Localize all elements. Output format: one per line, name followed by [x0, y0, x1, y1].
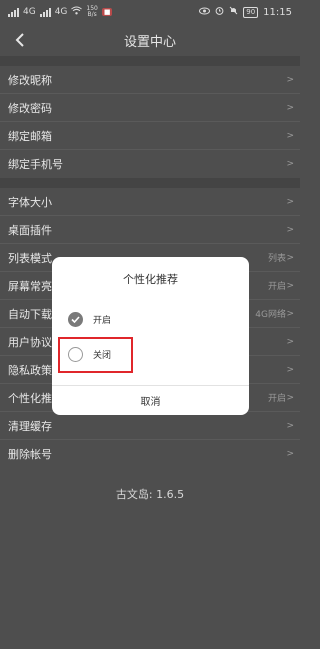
chevron-right-icon: >	[286, 392, 294, 403]
settings-item-delete-account[interactable]: 删除帐号 >	[0, 440, 300, 468]
chevron-left-icon	[15, 33, 24, 47]
signal-icon	[8, 7, 19, 17]
section-spacer	[0, 178, 300, 188]
settings-item-font-size[interactable]: 字体大小 >	[0, 188, 300, 216]
chevron-right-icon: >	[286, 336, 294, 347]
settings-item-label: 绑定邮箱	[8, 129, 52, 143]
radio-checked-icon	[68, 312, 83, 327]
settings-item-password[interactable]: 修改密码 >	[0, 94, 300, 122]
settings-item-label: 删除帐号	[8, 448, 52, 461]
chevron-right-icon: >	[286, 308, 294, 319]
option-off[interactable]: 关闭	[68, 347, 111, 362]
mute-icon	[229, 6, 238, 18]
section-spacer	[0, 56, 300, 66]
chevron-right-icon: >	[286, 449, 294, 459]
cancel-button[interactable]: 取消	[52, 385, 249, 415]
network-speed: 150 B/s	[86, 6, 97, 18]
alarm-icon	[215, 6, 224, 18]
carrier-label-2: 4G	[54, 7, 68, 17]
settings-item-label: 修改密码	[8, 101, 52, 115]
settings-item-label: 屏幕常亮	[8, 279, 52, 293]
notification-app-icon: ■	[101, 8, 113, 16]
chevron-right-icon: >	[286, 252, 294, 263]
battery-icon: 90	[243, 6, 259, 18]
back-button[interactable]	[8, 28, 32, 52]
settings-item-label: 清理缓存	[8, 419, 52, 433]
settings-item-label: 字体大小	[8, 195, 52, 209]
settings-item-email[interactable]: 绑定邮箱 >	[0, 122, 300, 150]
settings-item-clear-cache[interactable]: 清理缓存 >	[0, 412, 300, 440]
settings-item-value: 4G网络	[255, 310, 286, 320]
radio-unchecked-icon	[68, 347, 83, 362]
settings-item-label: 修改昵称	[8, 73, 52, 87]
settings-item-value: 开启	[267, 394, 286, 404]
chevron-right-icon: >	[286, 196, 294, 207]
page-title: 设置中心	[123, 34, 176, 50]
network-speed-unit: B/s	[87, 11, 97, 18]
settings-item-label: 用户协议	[8, 335, 52, 349]
app-version: 古文岛: 1.6.5	[115, 488, 185, 501]
chevron-right-icon: >	[286, 280, 294, 291]
personalized-recommendation-dialog: 个性化推荐 开启 关闭 取消	[52, 257, 249, 415]
status-bar: 4G 4G 150 B/s ■ 90 11:15	[0, 0, 300, 24]
dialog-title: 个性化推荐	[123, 273, 178, 286]
settings-item-nickname[interactable]: 修改昵称 >	[0, 66, 300, 94]
chevron-right-icon: >	[286, 74, 294, 85]
settings-item-value: 列表	[267, 254, 286, 264]
clock: 11:15	[263, 6, 292, 18]
settings-item-value: 开启	[267, 282, 286, 292]
signal-icon-2	[39, 7, 51, 17]
settings-item-label: 列表模式	[8, 251, 52, 265]
eye-icon	[199, 7, 211, 18]
wifi-icon	[71, 6, 83, 18]
settings-item-label: 桌面插件	[8, 223, 52, 237]
option-on[interactable]: 开启	[68, 312, 111, 327]
settings-item-phone[interactable]: 绑定手机号 >	[0, 150, 300, 178]
settings-item-widget[interactable]: 桌面插件 >	[0, 216, 300, 244]
chevron-right-icon: >	[286, 102, 294, 113]
account-settings-group: 修改昵称 > 修改密码 > 绑定邮箱 > 绑定手机号 >	[0, 66, 300, 178]
cancel-button-label: 取消	[140, 396, 161, 408]
chevron-right-icon: >	[286, 364, 294, 375]
chevron-right-icon: >	[286, 130, 294, 141]
app-header: 设置中心	[0, 24, 300, 56]
settings-item-label: 隐私政策	[8, 363, 52, 377]
chevron-right-icon: >	[286, 224, 294, 235]
settings-item-label: 自动下载	[8, 307, 52, 321]
chevron-right-icon: >	[286, 159, 294, 169]
settings-item-label: 绑定手机号	[8, 158, 63, 171]
chevron-right-icon: >	[286, 420, 294, 431]
option-off-label: 关闭	[93, 351, 112, 361]
option-on-label: 开启	[93, 316, 112, 326]
carrier-label-1: 4G	[23, 7, 36, 17]
